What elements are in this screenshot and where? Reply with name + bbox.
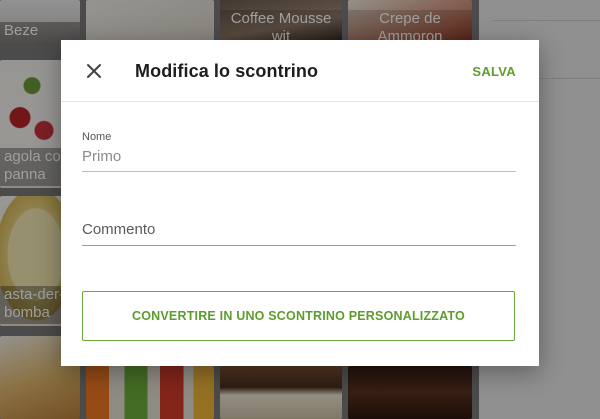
comment-field[interactable]: Commento (82, 218, 516, 246)
name-field-label: Nome (82, 131, 112, 143)
name-field[interactable]: Nome Primo (82, 131, 516, 173)
dialog-title: Modifica lo scontrino (135, 61, 319, 81)
close-icon[interactable] (83, 60, 105, 82)
edit-receipt-dialog: Modifica lo scontrino SALVA Nome Primo C… (61, 40, 539, 366)
save-button[interactable]: SALVA (472, 64, 516, 79)
comment-input[interactable]: Commento (82, 221, 155, 238)
name-input[interactable]: Primo (82, 148, 121, 165)
name-field-underline (82, 171, 516, 172)
comment-field-underline (82, 245, 516, 246)
dialog-header: Modifica lo scontrino SALVA (61, 40, 539, 102)
convert-to-custom-receipt-button[interactable]: CONVERTIRE IN UNO SCONTRINO PERSONALIZZA… (82, 291, 515, 341)
